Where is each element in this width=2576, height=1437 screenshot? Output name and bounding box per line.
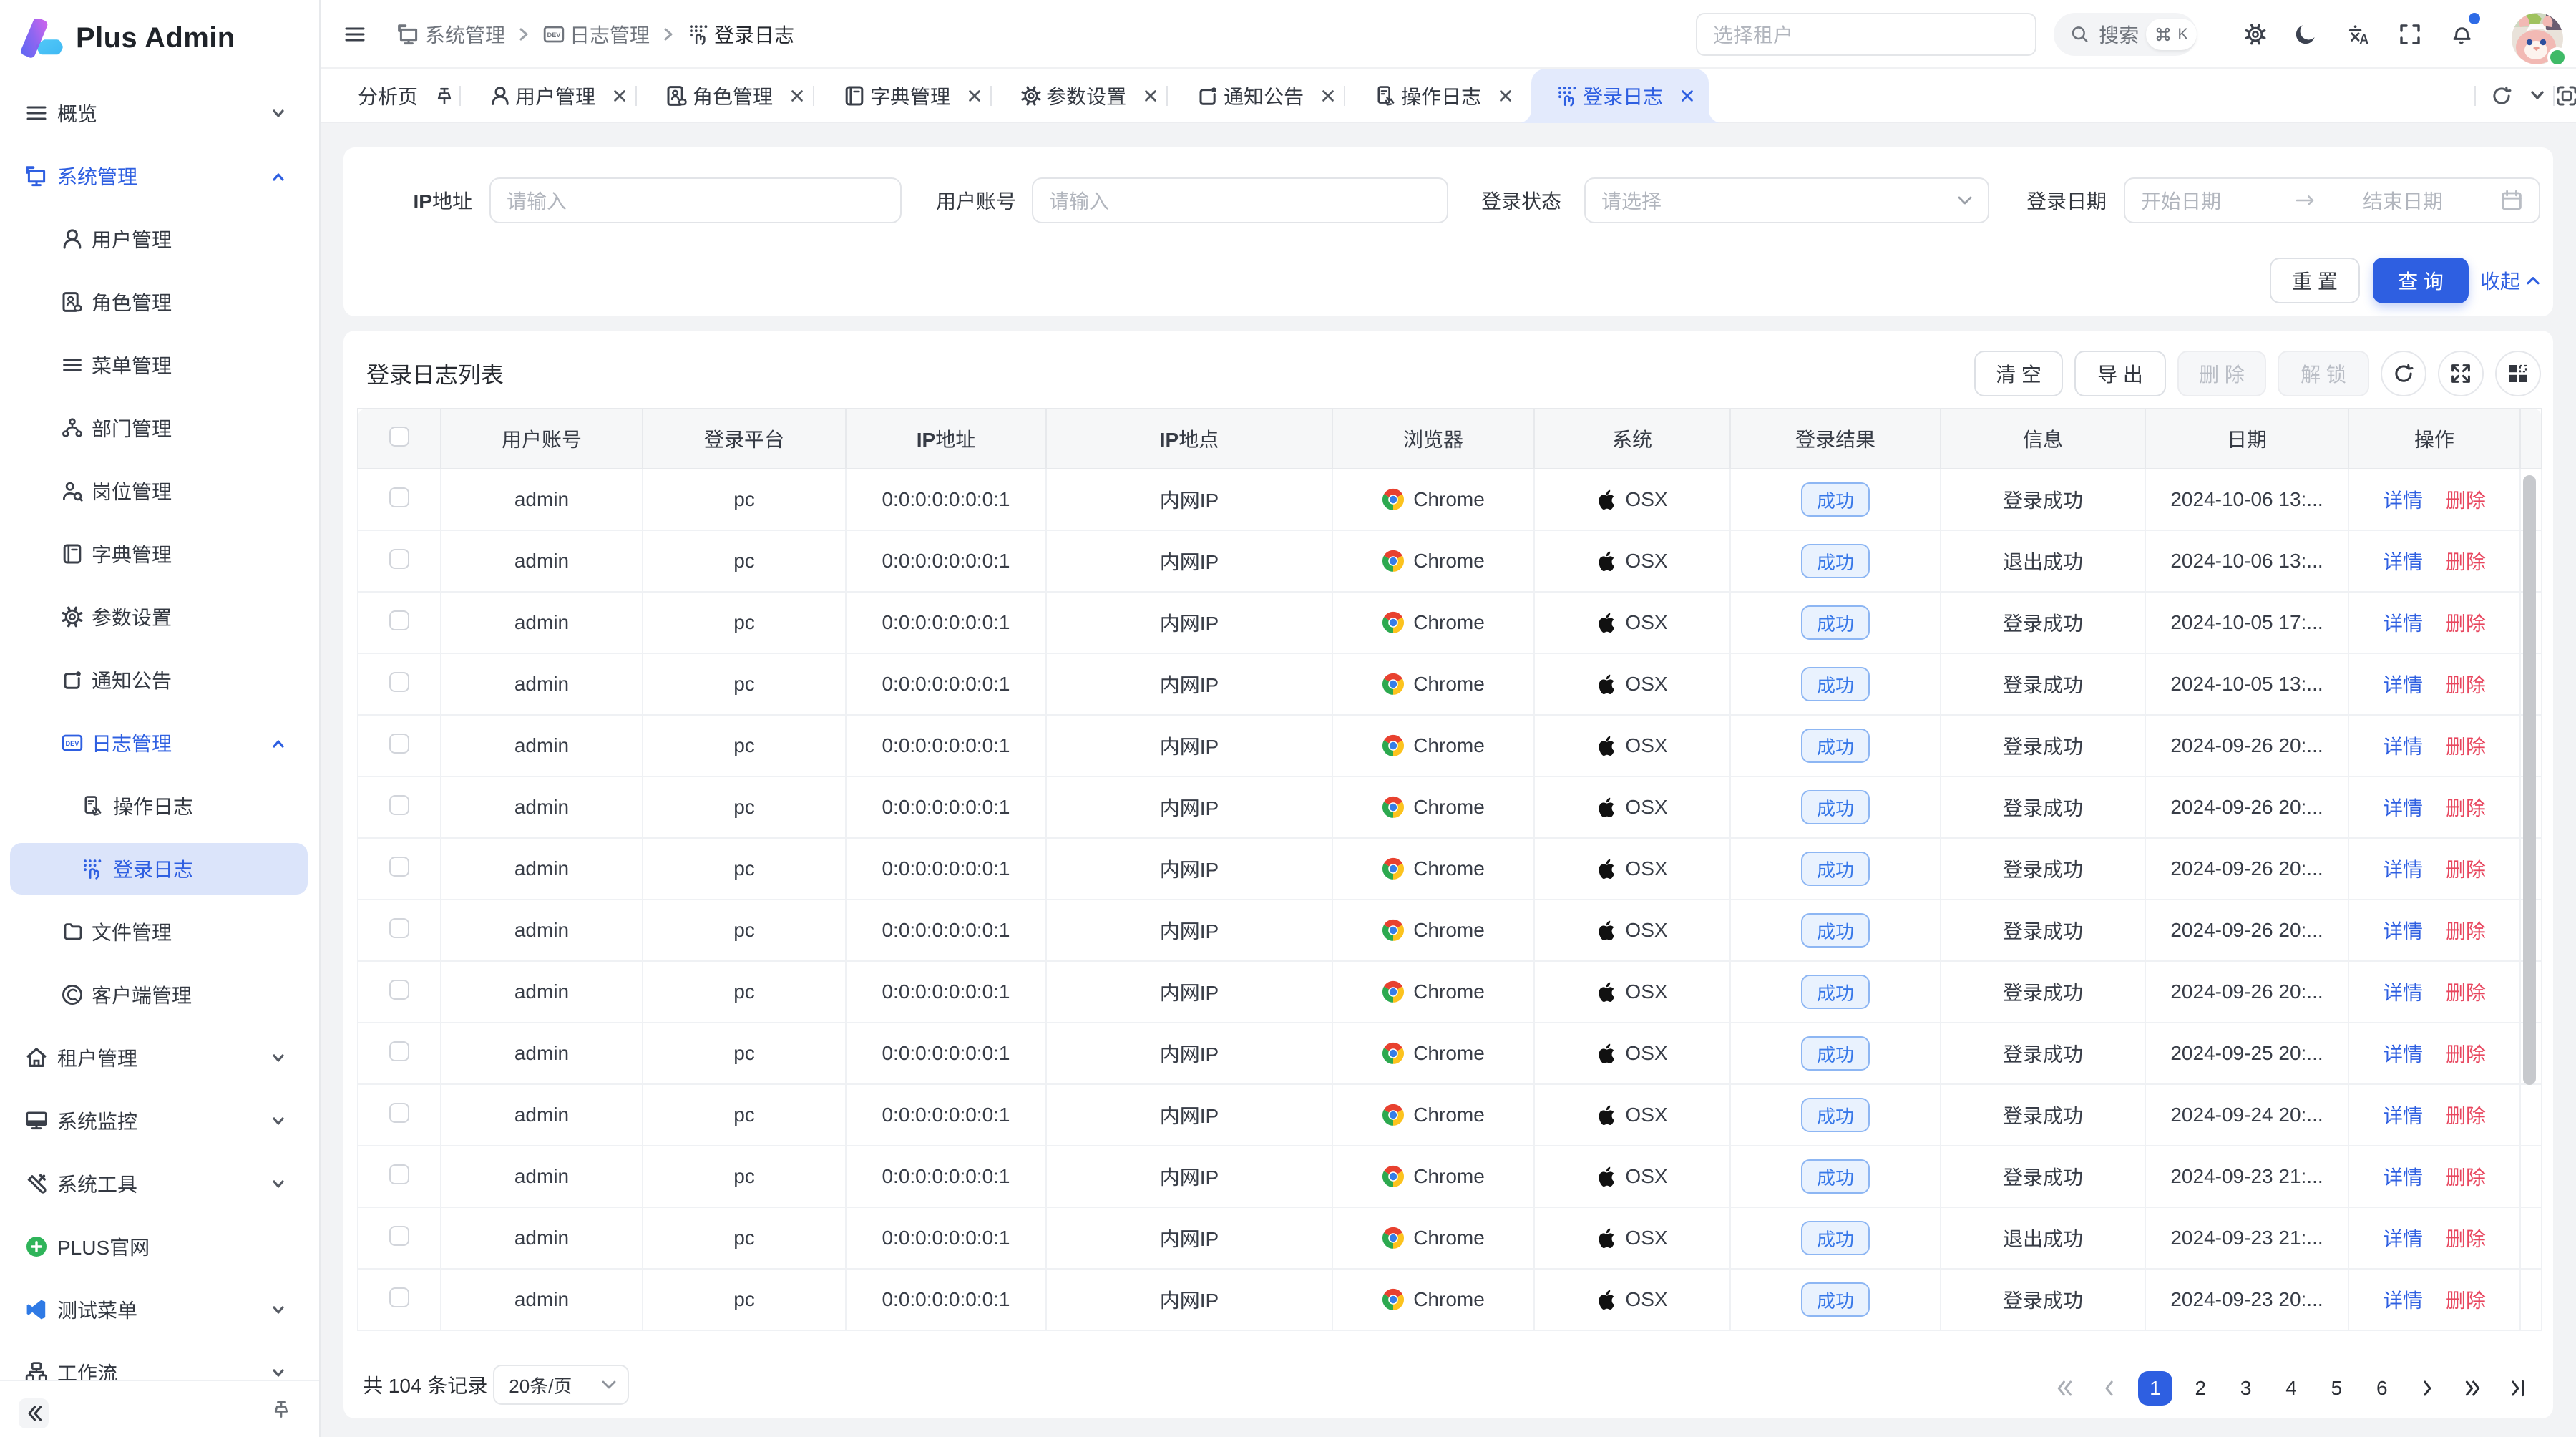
svg-text:DEV: DEV [66,740,80,747]
svg-text:A: A [2359,32,2368,46]
svg-text:DEV: DEV [547,31,562,39]
